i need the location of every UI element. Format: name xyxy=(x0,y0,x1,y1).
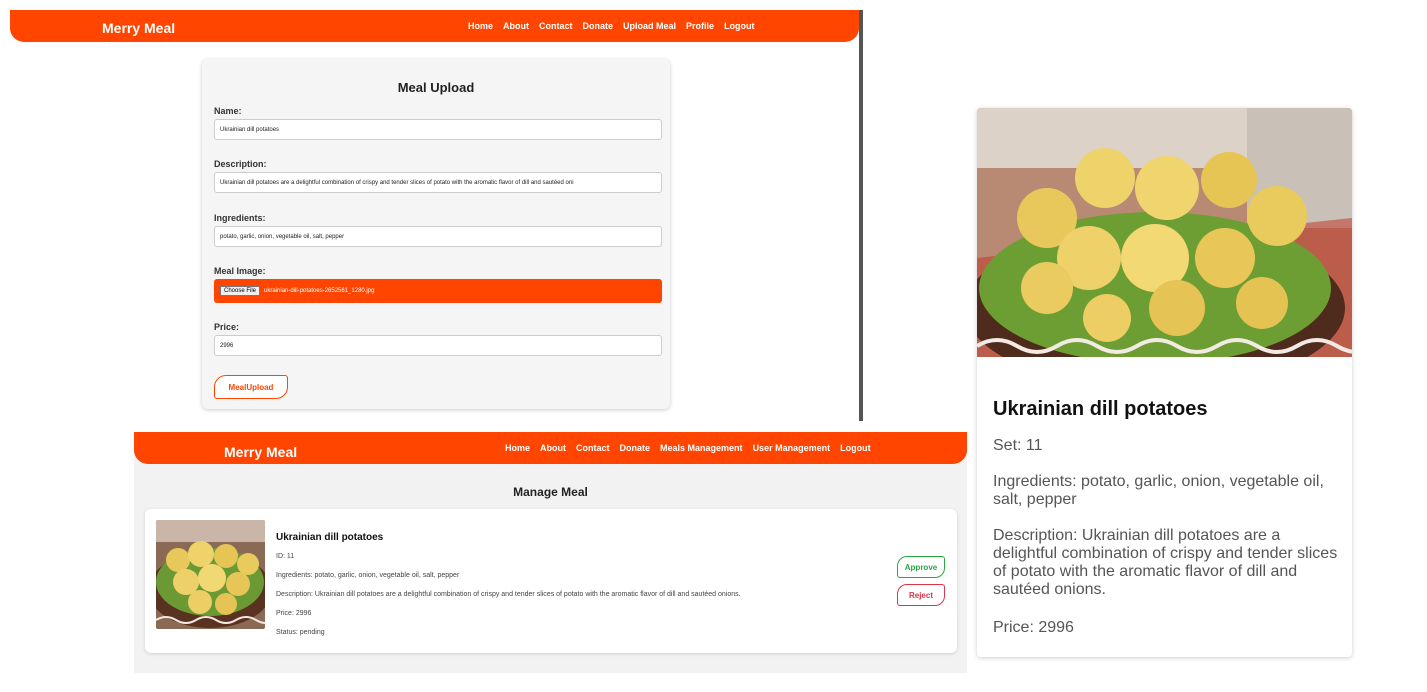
name-input[interactable]: Ukrainian dill potatoes xyxy=(214,119,662,140)
nav-links: Home About Contact Donate Upload Meal Pr… xyxy=(468,21,755,31)
meal-photo-potatoes-icon xyxy=(156,520,265,629)
nav-link-contact[interactable]: Contact xyxy=(576,443,610,453)
nav-link-logout[interactable]: Logout xyxy=(840,443,871,453)
reject-button[interactable]: Reject xyxy=(897,584,945,606)
page-title: Manage Meal xyxy=(513,485,588,499)
nav-link-donate[interactable]: Donate xyxy=(620,443,651,453)
chosen-file-name: ukrainian-dill-potatoes-2652561_1280.jpg xyxy=(264,288,375,294)
nav-link-about[interactable]: About xyxy=(540,443,566,453)
detail-meal-price: Price: 2996 xyxy=(993,619,1074,636)
detail-meal-description: Description: Ukrainian dill potatoes are… xyxy=(993,527,1338,598)
meal-thumbnail xyxy=(156,520,265,629)
meal-detail-card[interactable]: Ukrainian dill potatoes Set: 11 Ingredie… xyxy=(977,108,1352,657)
nav-link-about[interactable]: About xyxy=(503,21,529,31)
navbar: Merry Meal Home About Contact Donate Mea… xyxy=(134,432,967,464)
name-label: Name: xyxy=(214,106,242,116)
manage-page-screenshot: Merry Meal Home About Contact Donate Mea… xyxy=(134,432,967,673)
nav-link-user-management[interactable]: User Management xyxy=(753,443,831,453)
nav-link-upload-meal[interactable]: Upload Meal xyxy=(623,21,676,31)
nav-link-home[interactable]: Home xyxy=(468,21,493,31)
meal-name: Ukrainian dill potatoes xyxy=(276,532,384,543)
ingredients-label: Ingredients: xyxy=(214,213,266,223)
meal-upload-button[interactable]: MealUpload xyxy=(214,375,288,399)
meal-ingredients: Ingredients: potato, garlic, onion, vege… xyxy=(276,572,460,579)
meal-upload-form: Meal Upload Name: Ukrainian dill potatoe… xyxy=(202,59,670,409)
brand-logo[interactable]: Merry Meal xyxy=(102,20,175,36)
description-label: Description: xyxy=(214,159,267,169)
meal-list-item: Ukrainian dill potatoes ID: 11 Ingredien… xyxy=(145,509,957,653)
detail-meal-name: Ukrainian dill potatoes xyxy=(993,398,1208,420)
nav-link-profile[interactable]: Profile xyxy=(686,21,714,31)
meal-description: Description: Ukrainian dill potatoes are… xyxy=(276,591,741,598)
meal-price: Price: 2996 xyxy=(276,610,312,617)
nav-link-meals-management[interactable]: Meals Management xyxy=(660,443,743,453)
nav-link-donate[interactable]: Donate xyxy=(583,21,614,31)
form-title: Meal Upload xyxy=(397,80,475,95)
nav-link-home[interactable]: Home xyxy=(505,443,530,453)
approve-button[interactable]: Approve xyxy=(897,556,945,578)
price-label: Price: xyxy=(214,322,240,332)
brand-logo[interactable]: Merry Meal xyxy=(224,444,297,460)
detail-meal-ingredients: Ingredients: potato, garlic, onion, vege… xyxy=(993,473,1324,508)
meal-status: Status: pending xyxy=(276,629,325,636)
meal-photo-potatoes-icon xyxy=(977,108,1352,357)
navbar: Merry Meal Home About Contact Donate Upl… xyxy=(10,10,859,42)
nav-link-contact[interactable]: Contact xyxy=(539,21,573,31)
price-input[interactable]: 2996 xyxy=(214,335,662,356)
description-input[interactable]: Ukrainian dill potatoes are a delightful… xyxy=(214,172,662,193)
meal-id: ID: 11 xyxy=(276,553,295,560)
choose-file-button[interactable]: Choose File xyxy=(220,286,261,296)
nav-link-logout[interactable]: Logout xyxy=(724,21,755,31)
nav-links: Home About Contact Donate Meals Manageme… xyxy=(505,443,871,453)
meal-image-file-input[interactable]: Choose File ukrainian-dill-potatoes-2652… xyxy=(214,279,662,303)
ingredients-input[interactable]: potato, garlic, onion, vegetable oil, sa… xyxy=(214,226,662,247)
detail-meal-set: Set: 11 xyxy=(993,437,1043,454)
meal-image-label: Meal Image: xyxy=(214,266,266,276)
upload-page-screenshot: Merry Meal Home About Contact Donate Upl… xyxy=(10,10,863,421)
